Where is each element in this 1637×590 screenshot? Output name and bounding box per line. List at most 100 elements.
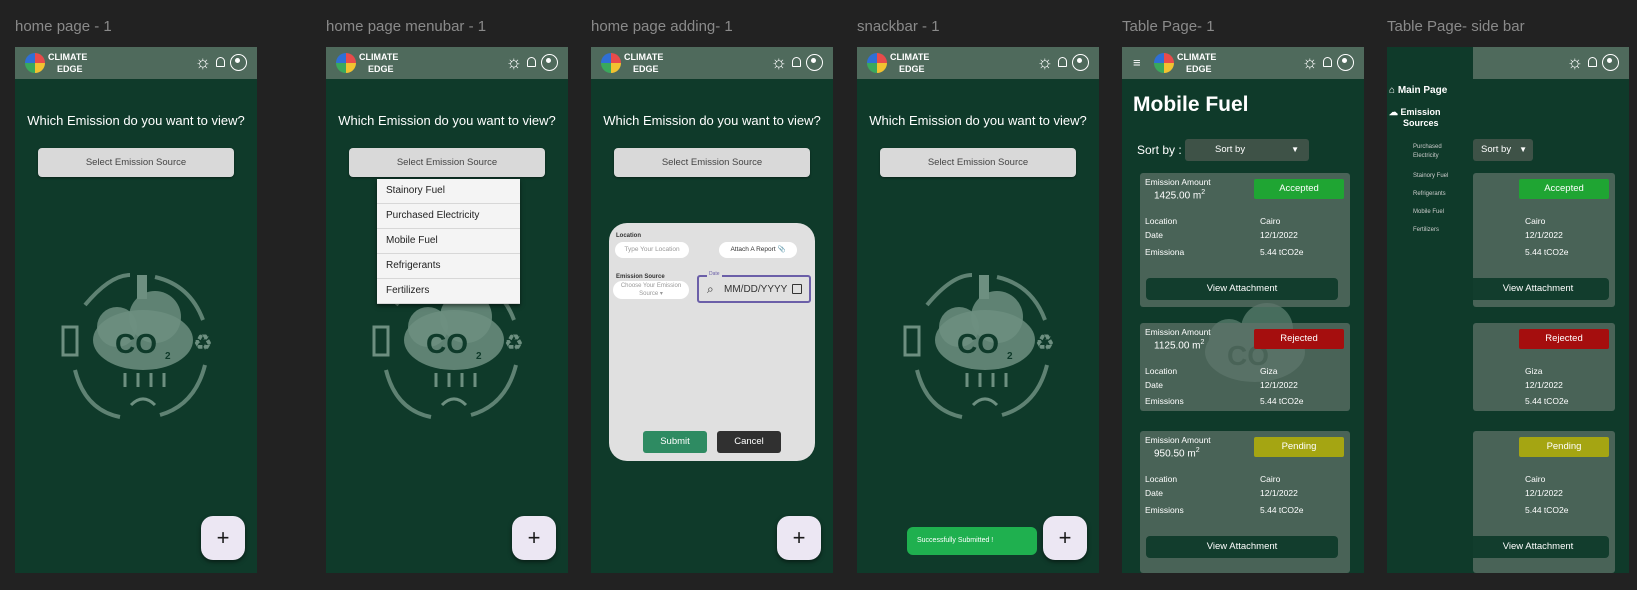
caret-down-icon: ▾	[659, 291, 663, 297]
home-icon: ⌂	[1389, 85, 1396, 96]
emission-card: Emission Amount 1125.00 m2 Rejected Loca…	[1140, 323, 1350, 411]
location-input[interactable]: Type Your Location	[615, 242, 689, 258]
brand-name: CLIMATE EDGE	[624, 52, 664, 74]
emission-source-label: Emission Source	[616, 274, 665, 280]
select-emission-source-button[interactable]: Select Emission Source	[349, 148, 545, 177]
add-emission-button[interactable]: +	[777, 516, 821, 560]
sidebar-item-stainory-fuel[interactable]: Stainory Fuel	[1413, 172, 1448, 181]
sort-by-button[interactable]: Sort by ▼	[1185, 139, 1309, 161]
location-value: Cairo	[1525, 474, 1546, 484]
account-icon[interactable]	[230, 53, 247, 71]
emissions-value: 5.44 tCO2e	[1260, 505, 1304, 515]
location-value: Giza	[1260, 366, 1278, 376]
frame-title-snackbar: snackbar - 1	[857, 18, 940, 35]
sidebar-item-main-page[interactable]: ⌂ Main Page	[1389, 85, 1447, 96]
brand-name: CLIMATE EDGE	[890, 52, 930, 74]
select-emission-source-button[interactable]: Select Emission Source	[38, 148, 234, 177]
frame-title-table-sidebar: Table Page- side bar	[1387, 18, 1525, 35]
sun-icon[interactable]: ☼	[506, 53, 523, 71]
bell-icon[interactable]	[792, 57, 801, 67]
status-badge: Accepted	[1519, 179, 1609, 199]
bell-icon[interactable]	[1058, 57, 1067, 67]
emission-amount: 950.50 m2	[1154, 447, 1200, 460]
svg-text:♻: ♻	[193, 331, 213, 356]
bell-icon[interactable]	[1323, 57, 1332, 67]
date-label: Date	[1145, 380, 1163, 390]
frame-title-adding: home page adding- 1	[591, 18, 733, 35]
svg-text:2: 2	[1007, 351, 1013, 362]
emission-amount-label: Emission Amount	[1145, 435, 1211, 445]
account-icon[interactable]	[1602, 53, 1619, 71]
sidebar-item-emission-sources[interactable]: ☁ Emission Sources	[1389, 107, 1441, 129]
emission-source-select[interactable]: Choose Your Emission Source ▾	[613, 281, 689, 299]
date-value: 12/1/2022	[1525, 380, 1563, 390]
attach-report-button[interactable]: Attach A Report 📎	[719, 242, 797, 258]
add-emission-button[interactable]: +	[201, 516, 245, 560]
date-label: Date	[1145, 488, 1163, 498]
select-emission-source-button[interactable]: Select Emission Source	[614, 148, 810, 177]
sun-icon[interactable]: ☼	[771, 53, 788, 71]
cancel-button[interactable]: Cancel	[717, 431, 781, 453]
menu-item-mobile-fuel[interactable]: Mobile Fuel	[377, 229, 520, 254]
caret-down-icon: ▼	[1291, 145, 1299, 154]
screen-snackbar: CLIMATE EDGE ☼ Which Emission do you want…	[857, 47, 1099, 573]
top-app-bar: CLIMATE EDGE ☼	[857, 47, 1099, 79]
date-input[interactable]: Date ⌕ MM/DD/YYYY	[697, 271, 811, 303]
submit-button[interactable]: Submit	[643, 431, 707, 453]
screen-table-sidebar: ☼ Sort by ▼ Accepted Cairo 12/1/2022 5.44…	[1387, 47, 1629, 573]
view-attachment-button[interactable]: View Attachment	[1146, 278, 1338, 300]
account-icon[interactable]	[1072, 53, 1089, 71]
add-emission-dialog: Location Type Your Location Attach A Rep…	[609, 223, 815, 461]
bell-icon[interactable]	[527, 57, 536, 67]
sun-icon[interactable]: ☼	[1037, 53, 1054, 71]
sort-by-button[interactable]: Sort by ▼	[1473, 139, 1533, 161]
svg-text:2: 2	[165, 351, 171, 362]
cloud-icon: ☁	[1389, 107, 1398, 117]
menu-icon[interactable]: ≡	[1133, 56, 1141, 69]
add-emission-button[interactable]: +	[512, 516, 556, 560]
menu-item-stainory-fuel[interactable]: Stainory Fuel	[377, 179, 520, 204]
search-icon: ⌕	[707, 282, 714, 296]
menu-item-purchased-electricity[interactable]: Purchased Electricity	[377, 204, 520, 229]
date-label: Date	[707, 271, 722, 277]
emission-question: Which Emission do you want to view?	[27, 113, 245, 128]
bell-icon[interactable]	[216, 57, 225, 67]
location-label: Location	[1145, 216, 1178, 226]
view-attachment-button[interactable]: View Attachment	[1146, 536, 1338, 558]
bell-icon[interactable]	[1588, 57, 1597, 67]
sidebar-item-fertilizers[interactable]: Fertilizers	[1413, 226, 1439, 235]
svg-text:CO: CO	[115, 328, 157, 359]
date-value: 12/1/2022	[1525, 488, 1563, 498]
sidebar-item-refrigerants[interactable]: Refrigerants	[1413, 190, 1446, 199]
calendar-icon[interactable]	[792, 284, 802, 294]
view-attachment-button[interactable]: View Attachment	[1467, 536, 1609, 558]
sidebar-item-purchased-electricity[interactable]: Purchased Electricity	[1413, 143, 1463, 161]
select-emission-source-button[interactable]: Select Emission Source	[880, 148, 1076, 177]
svg-text:♻: ♻	[504, 331, 524, 356]
frame-title-table: Table Page- 1	[1122, 18, 1215, 35]
account-icon[interactable]	[1337, 53, 1354, 71]
account-icon[interactable]	[541, 53, 558, 71]
menu-item-fertilizers[interactable]: Fertilizers	[377, 279, 520, 304]
status-badge: Rejected	[1254, 329, 1344, 349]
location-value: Cairo	[1525, 216, 1546, 226]
sidebar-item-mobile-fuel[interactable]: Mobile Fuel	[1413, 208, 1444, 217]
sun-icon[interactable]: ☼	[195, 53, 212, 71]
date-value: 12/1/2022	[1260, 488, 1298, 498]
date-placeholder: MM/DD/YYYY	[724, 284, 788, 295]
logo-icon	[867, 53, 887, 73]
svg-text:CO: CO	[426, 328, 468, 359]
emission-source-menu: Stainory Fuel Purchased Electricity Mobi…	[377, 179, 520, 304]
caret-down-icon: ▼	[1519, 145, 1527, 154]
sun-icon[interactable]: ☼	[1567, 53, 1584, 71]
date-label: Date	[1145, 230, 1163, 240]
screen-home: CLIMATE EDGE ☼ Which Emission do you want…	[15, 47, 257, 573]
sun-icon[interactable]: ☼	[1302, 53, 1319, 71]
location-value: Giza	[1525, 366, 1543, 376]
date-value: 12/1/2022	[1260, 230, 1298, 240]
view-attachment-button[interactable]: View Attachment	[1467, 278, 1609, 300]
menu-item-refrigerants[interactable]: Refrigerants	[377, 254, 520, 279]
location-label: Location	[1145, 366, 1178, 376]
add-emission-button[interactable]: +	[1043, 516, 1087, 560]
account-icon[interactable]	[806, 53, 823, 71]
